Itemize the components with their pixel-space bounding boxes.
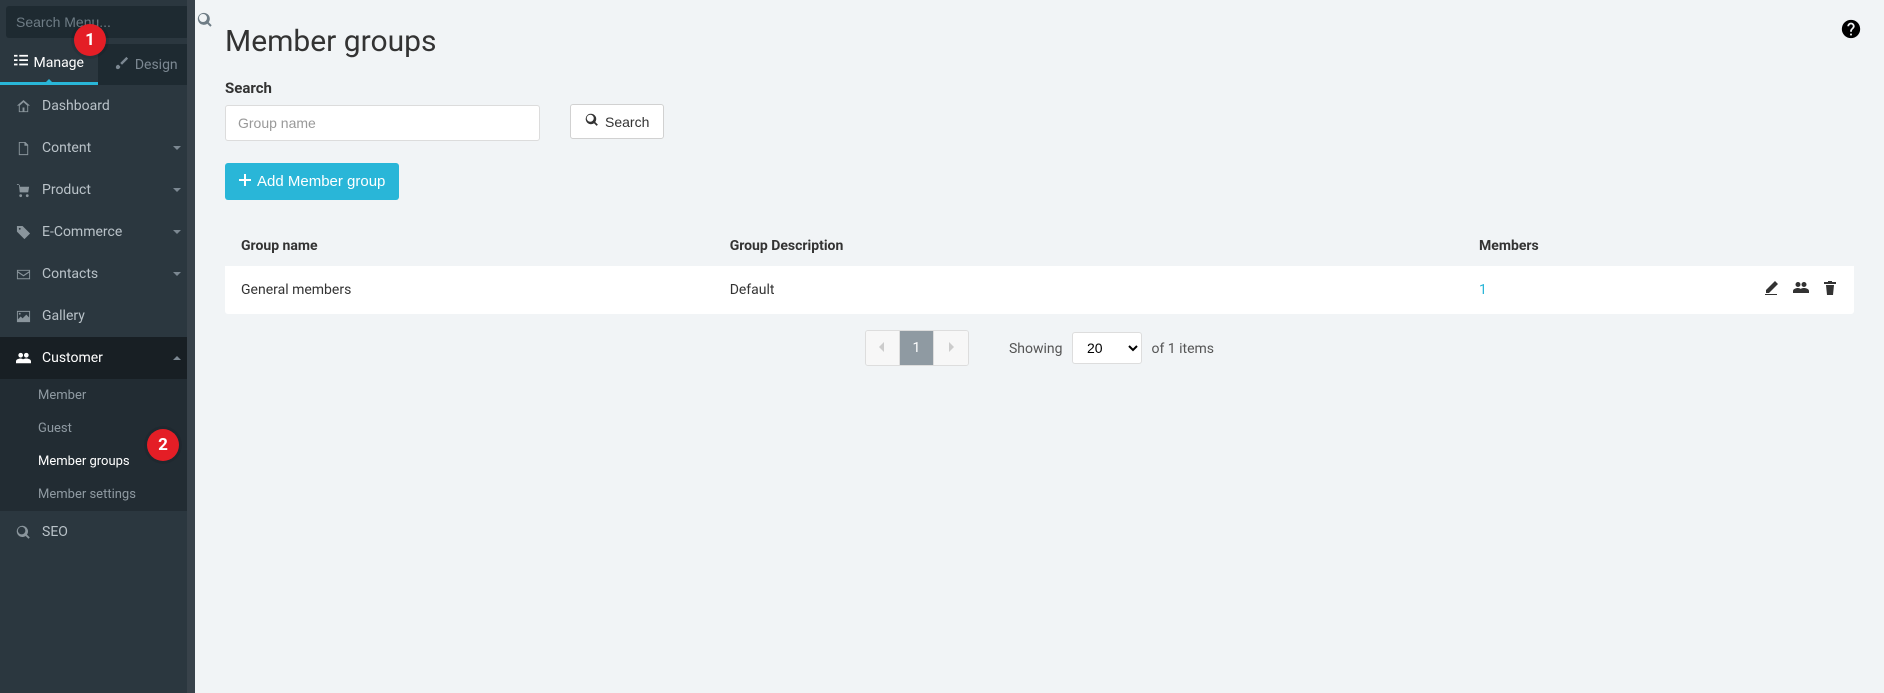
home-icon — [14, 99, 32, 114]
page-size-select[interactable]: 20 — [1072, 332, 1142, 364]
showing-prefix: Showing — [1009, 341, 1063, 357]
sidebar-item-seo[interactable]: SEO — [0, 511, 195, 553]
tag-icon — [14, 225, 32, 240]
chevron-down-icon — [173, 140, 181, 156]
table-row: General members Default 1 — [225, 266, 1854, 314]
page-number[interactable]: 1 — [900, 331, 934, 365]
help-icon[interactable] — [1840, 18, 1862, 44]
brush-icon — [115, 56, 129, 74]
groups-table: Group name Group Description Members Gen… — [225, 226, 1854, 314]
search-button-label: Search — [605, 114, 649, 130]
table-footer: 1 Showing 20 of 1 items — [225, 330, 1854, 366]
add-button-label: Add Member group — [257, 173, 385, 190]
search-button[interactable]: Search — [570, 104, 664, 139]
users-icon[interactable] — [1793, 280, 1809, 296]
sidebar-item-contacts[interactable]: Contacts — [0, 253, 195, 295]
envelope-icon — [14, 267, 32, 282]
sidebar-item-label: Content — [42, 140, 91, 156]
trash-icon[interactable] — [1822, 280, 1838, 296]
sidebar-subnav-customer: Member Guest Member groups 2 Member sett… — [0, 379, 195, 511]
chevron-down-icon — [173, 224, 181, 240]
add-member-group-button[interactable]: Add Member group — [225, 163, 399, 200]
chevron-right-icon — [947, 340, 955, 356]
sidebar-item-content[interactable]: Content — [0, 127, 195, 169]
sidebar-sub-member-settings[interactable]: Member settings — [0, 478, 195, 511]
sidebar-item-label: Gallery — [42, 308, 85, 324]
chevron-left-icon — [878, 340, 886, 356]
main-content: Member groups Search Search Add Member g… — [195, 0, 1884, 693]
sidebar-item-label: SEO — [42, 524, 68, 540]
pagination: 1 — [865, 330, 969, 366]
sidebar-sub-member-groups[interactable]: Member groups 2 — [0, 445, 195, 478]
tab-manage-label: Manage — [34, 55, 84, 71]
sidebar-item-label: Contacts — [42, 266, 98, 282]
sidebar-item-label: Customer — [42, 350, 103, 366]
sidebar-search-input[interactable] — [16, 14, 197, 30]
chevron-down-icon — [173, 182, 181, 198]
sidebar-sub-member[interactable]: Member — [0, 379, 195, 412]
cell-group-name: General members — [225, 266, 714, 314]
sidebar-item-customer[interactable]: Customer — [0, 337, 195, 379]
tab-design[interactable]: Design — [98, 44, 196, 85]
sidebar-item-ecommerce[interactable]: E-Commerce — [0, 211, 195, 253]
col-members: Members — [1463, 226, 1593, 266]
page-next[interactable] — [934, 331, 968, 365]
edit-icon[interactable] — [1763, 280, 1779, 296]
chevron-down-icon — [173, 266, 181, 282]
plus-icon — [239, 173, 251, 190]
page-prev[interactable] — [866, 331, 900, 365]
annotation-badge-2: 2 — [147, 429, 179, 461]
sidebar-item-dashboard[interactable]: Dashboard — [0, 85, 195, 127]
sidebar-item-gallery[interactable]: Gallery — [0, 295, 195, 337]
col-actions — [1593, 226, 1854, 266]
file-icon — [14, 141, 32, 156]
cart-icon — [14, 183, 32, 198]
group-name-input[interactable] — [225, 105, 540, 141]
sidebar-scrollbar[interactable] — [187, 0, 195, 693]
annotation-badge-1: 1 — [74, 24, 106, 56]
col-group-name: Group name — [225, 226, 714, 266]
search-icon — [14, 525, 32, 540]
showing-suffix: of 1 items — [1151, 341, 1214, 357]
showing-summary: Showing 20 of 1 items — [1009, 332, 1214, 364]
sidebar-item-product[interactable]: Product — [0, 169, 195, 211]
users-icon — [14, 351, 32, 366]
chevron-up-icon — [173, 350, 181, 366]
sidebar-item-label: Dashboard — [42, 98, 110, 114]
search-label: Search — [225, 79, 540, 97]
search-section: Search Search — [225, 79, 1854, 141]
page-title: Member groups — [225, 24, 1854, 59]
sidebar: 1 Manage Design Dashboard — [0, 0, 195, 693]
sidebar-item-label: Product — [42, 182, 91, 198]
table-header-row: Group name Group Description Members — [225, 226, 1854, 266]
col-group-desc: Group Description — [714, 226, 1463, 266]
image-icon — [14, 309, 32, 324]
sidebar-item-label: Member groups — [38, 454, 130, 469]
list-icon — [14, 54, 28, 72]
sidebar-nav: Dashboard Content Product E-Commerce Con… — [0, 85, 195, 693]
search-icon — [585, 113, 599, 130]
cell-group-desc: Default — [714, 266, 1463, 314]
members-count-link[interactable]: 1 — [1479, 282, 1487, 298]
sidebar-item-label: E-Commerce — [42, 224, 122, 240]
tab-design-label: Design — [135, 57, 178, 73]
